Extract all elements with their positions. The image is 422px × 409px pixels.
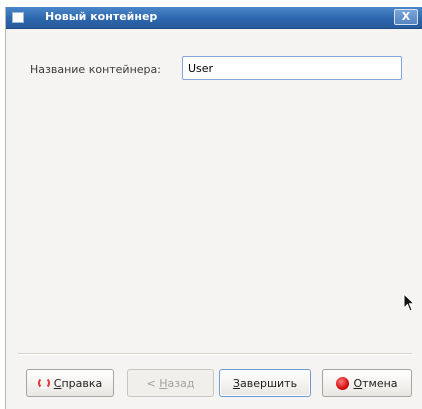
container-name-label: Название контейнера: [30,63,161,76]
finish-label: Завершить [232,376,298,390]
cancel-label: Отмена [353,376,398,390]
window-title: Новый контейнер [45,10,158,23]
back-button[interactable]: < Назад [127,369,214,397]
container-name-input[interactable] [182,56,402,80]
help-label: Справка [53,376,103,390]
close-button[interactable]: X [394,9,418,25]
lifebuoy-icon [37,377,50,389]
background-strip [0,0,422,7]
window-menu-icon[interactable] [12,12,24,23]
help-button[interactable]: Справка [26,369,114,397]
titlebar[interactable]: Новый контейнер X [6,7,422,29]
mouse-pointer-icon [403,293,415,312]
finish-button[interactable]: Завершить [219,369,311,397]
separator [18,353,412,355]
cancel-button[interactable]: Отмена [322,369,412,397]
back-label: < Назад [146,376,195,390]
stop-icon [336,376,350,390]
